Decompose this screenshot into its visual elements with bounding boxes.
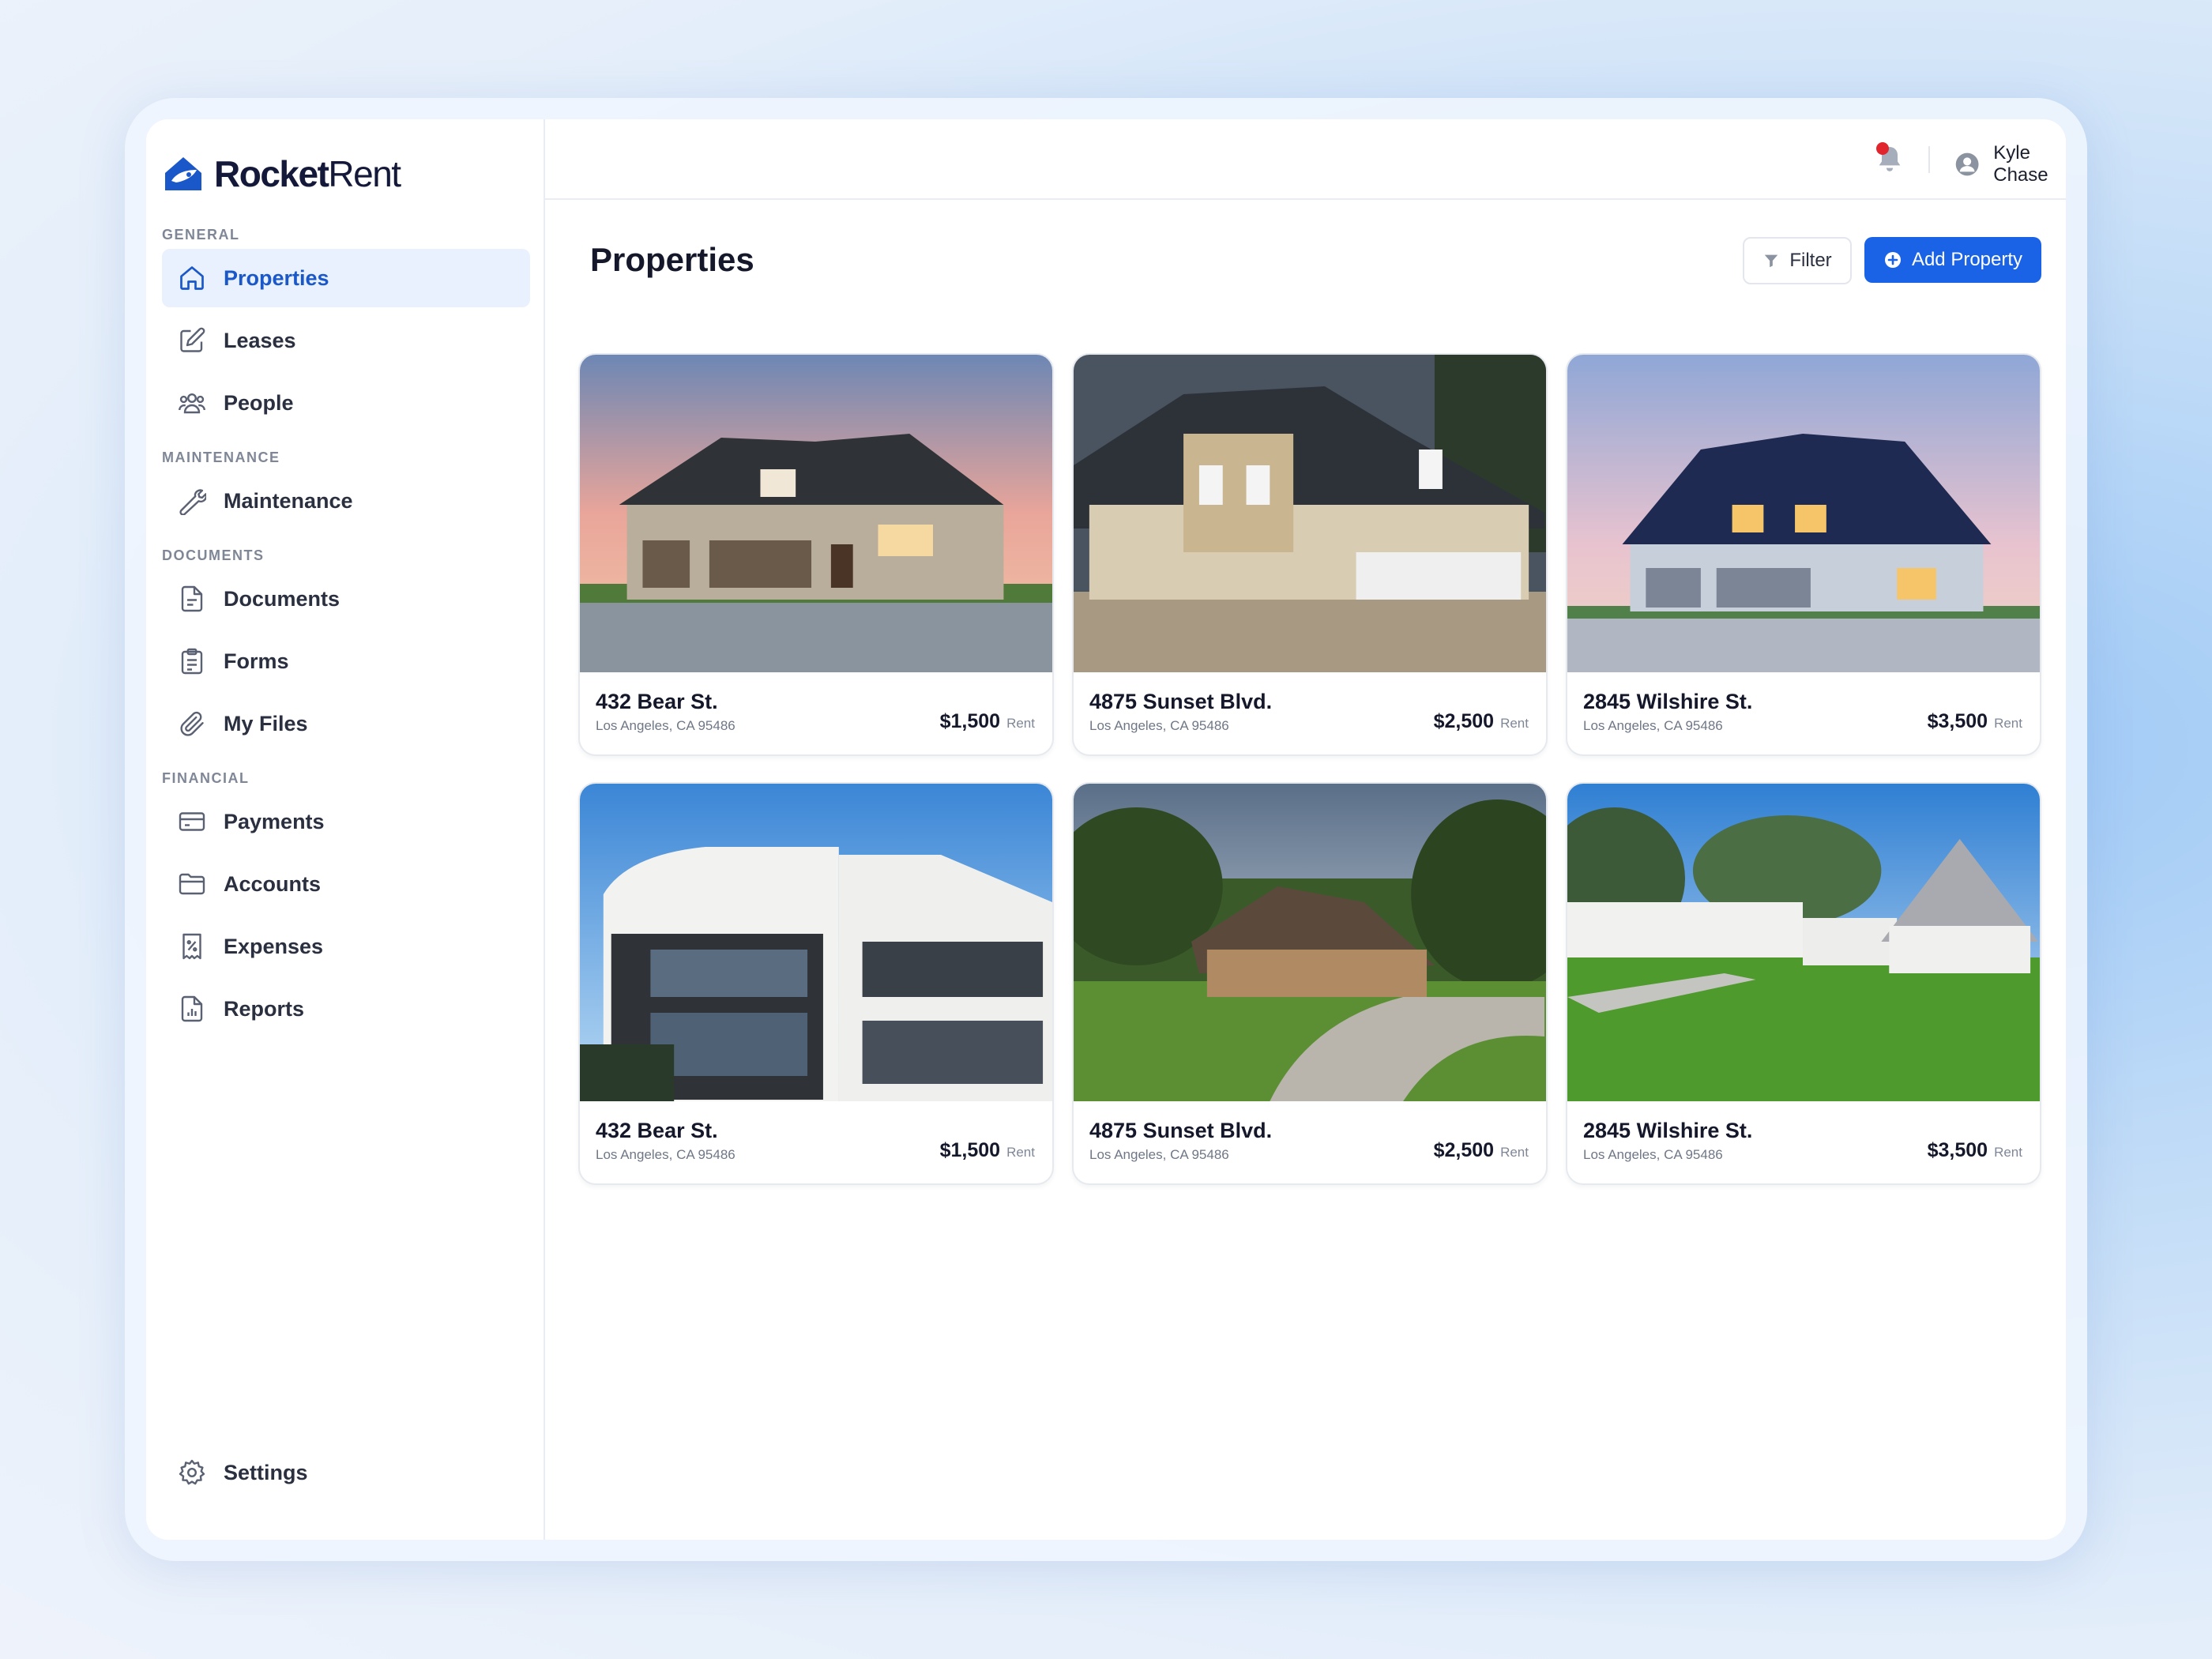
property-price: $2,500 Rent bbox=[1433, 710, 1529, 732]
rocket-house-logo-icon bbox=[165, 157, 201, 190]
people-icon bbox=[178, 389, 206, 417]
plus-circle-icon bbox=[1884, 252, 1901, 268]
property-card[interactable]: 4875 Sunset Blvd. Los Angeles, CA 95486 … bbox=[1072, 782, 1548, 1185]
filter-icon bbox=[1765, 254, 1778, 268]
sidebar-item-label: Reports bbox=[224, 996, 305, 1021]
property-address: 2845 Wilshire St. bbox=[1583, 1119, 1753, 1142]
sidebar-item-label: Leases bbox=[224, 328, 296, 352]
property-address: 4875 Sunset Blvd. bbox=[1089, 1119, 1273, 1142]
document-icon bbox=[178, 585, 206, 613]
gear-icon bbox=[178, 1458, 206, 1487]
home-icon bbox=[178, 264, 206, 292]
sidebar-item-label: People bbox=[224, 390, 294, 415]
sidebar: RocketRent GENERAL Properties Leases Peo… bbox=[146, 119, 545, 1540]
edit-icon bbox=[178, 326, 206, 355]
sidebar-item-my-files[interactable]: My Files bbox=[162, 694, 530, 753]
property-photo bbox=[580, 355, 1052, 672]
add-property-button[interactable]: Add Property bbox=[1864, 237, 2041, 283]
wrench-icon bbox=[178, 487, 206, 515]
section-label-general: GENERAL bbox=[162, 227, 240, 243]
sidebar-item-label: Settings bbox=[224, 1460, 308, 1484]
sidebar-item-payments[interactable]: Payments bbox=[162, 792, 530, 851]
user-menu[interactable]: Kyle Chase bbox=[1955, 142, 2066, 186]
header-divider bbox=[1928, 146, 1930, 173]
sidebar-item-accounts[interactable]: Accounts bbox=[162, 855, 530, 913]
sidebar-item-label: Expenses bbox=[224, 934, 324, 958]
sidebar-item-label: Accounts bbox=[224, 871, 322, 896]
folder-icon bbox=[178, 870, 206, 898]
paperclip-icon bbox=[178, 709, 206, 738]
user-name: Kyle Chase bbox=[1993, 142, 2048, 186]
sidebar-item-forms[interactable]: Forms bbox=[162, 632, 530, 690]
app-window: RocketRent GENERAL Properties Leases Peo… bbox=[146, 119, 2066, 1540]
property-address: 4875 Sunset Blvd. bbox=[1089, 690, 1273, 713]
receipt-icon bbox=[178, 932, 206, 961]
sidebar-item-people[interactable]: People bbox=[162, 374, 530, 432]
property-address: 432 Bear St. bbox=[596, 1119, 718, 1142]
sidebar-item-documents[interactable]: Documents bbox=[162, 570, 530, 628]
property-city: Los Angeles, CA 95486 bbox=[596, 1147, 735, 1162]
section-label-documents: DOCUMENTS bbox=[162, 547, 265, 563]
sidebar-item-label: Payments bbox=[224, 809, 325, 833]
sidebar-item-reports[interactable]: Reports bbox=[162, 980, 530, 1038]
sidebar-item-label: Documents bbox=[224, 586, 340, 611]
page-title: Properties bbox=[590, 241, 754, 278]
brand-name: RocketRent bbox=[214, 153, 401, 194]
sidebar-item-label: Maintenance bbox=[224, 488, 353, 513]
property-price: $3,500 Rent bbox=[1927, 710, 2022, 732]
property-city: Los Angeles, CA 95486 bbox=[1089, 718, 1229, 733]
property-card[interactable]: 432 Bear St. Los Angeles, CA 95486 $1,50… bbox=[578, 353, 1054, 756]
property-price: $2,500 Rent bbox=[1433, 1139, 1529, 1161]
section-label-financial: FINANCIAL bbox=[162, 770, 250, 786]
property-photo bbox=[1074, 784, 1546, 1101]
property-city: Los Angeles, CA 95486 bbox=[1089, 1147, 1229, 1162]
sidebar-item-label: Properties bbox=[224, 265, 329, 290]
sidebar-item-label: Forms bbox=[224, 649, 289, 673]
logo[interactable]: RocketRent bbox=[162, 152, 401, 195]
property-photo bbox=[580, 784, 1052, 1101]
filter-button[interactable]: Filter bbox=[1743, 237, 1852, 284]
property-photo bbox=[1074, 355, 1546, 672]
sidebar-item-expenses[interactable]: Expenses bbox=[162, 917, 530, 976]
property-card[interactable]: 2845 Wilshire St. Los Angeles, CA 95486 … bbox=[1566, 353, 2041, 756]
notification-dot bbox=[1876, 142, 1889, 155]
property-address: 432 Bear St. bbox=[596, 690, 718, 713]
property-city: Los Angeles, CA 95486 bbox=[1583, 718, 1723, 733]
avatar bbox=[1955, 152, 1979, 176]
sidebar-item-label: My Files bbox=[224, 711, 308, 735]
property-city: Los Angeles, CA 95486 bbox=[596, 718, 735, 733]
filter-button-label: Filter bbox=[1789, 250, 1832, 271]
add-property-label: Add Property bbox=[1911, 249, 2023, 270]
section-label-maintenance: MAINTENANCE bbox=[162, 450, 280, 465]
property-photo bbox=[1567, 784, 2040, 1101]
clipboard-icon bbox=[178, 647, 206, 675]
credit-card-icon bbox=[178, 807, 206, 836]
property-price: $1,500 Rent bbox=[939, 1139, 1035, 1161]
sidebar-item-maintenance[interactable]: Maintenance bbox=[162, 472, 530, 530]
sidebar-item-properties[interactable]: Properties bbox=[162, 249, 530, 307]
sidebar-item-leases[interactable]: Leases bbox=[162, 311, 530, 370]
property-price: $1,500 Rent bbox=[939, 710, 1035, 732]
property-card[interactable]: 4875 Sunset Blvd. Los Angeles, CA 95486 … bbox=[1072, 353, 1548, 756]
top-bar: Kyle Chase bbox=[545, 119, 2066, 200]
property-city: Los Angeles, CA 95486 bbox=[1583, 1147, 1723, 1162]
sidebar-item-settings[interactable]: Settings bbox=[162, 1443, 530, 1502]
report-icon bbox=[178, 995, 206, 1023]
property-address: 2845 Wilshire St. bbox=[1583, 690, 1753, 713]
property-card[interactable]: 2845 Wilshire St. Los Angeles, CA 95486 … bbox=[1566, 782, 2041, 1185]
property-card[interactable]: 432 Bear St. Los Angeles, CA 95486 $1,50… bbox=[578, 782, 1054, 1185]
property-photo bbox=[1567, 355, 2040, 672]
property-price: $3,500 Rent bbox=[1927, 1139, 2022, 1161]
